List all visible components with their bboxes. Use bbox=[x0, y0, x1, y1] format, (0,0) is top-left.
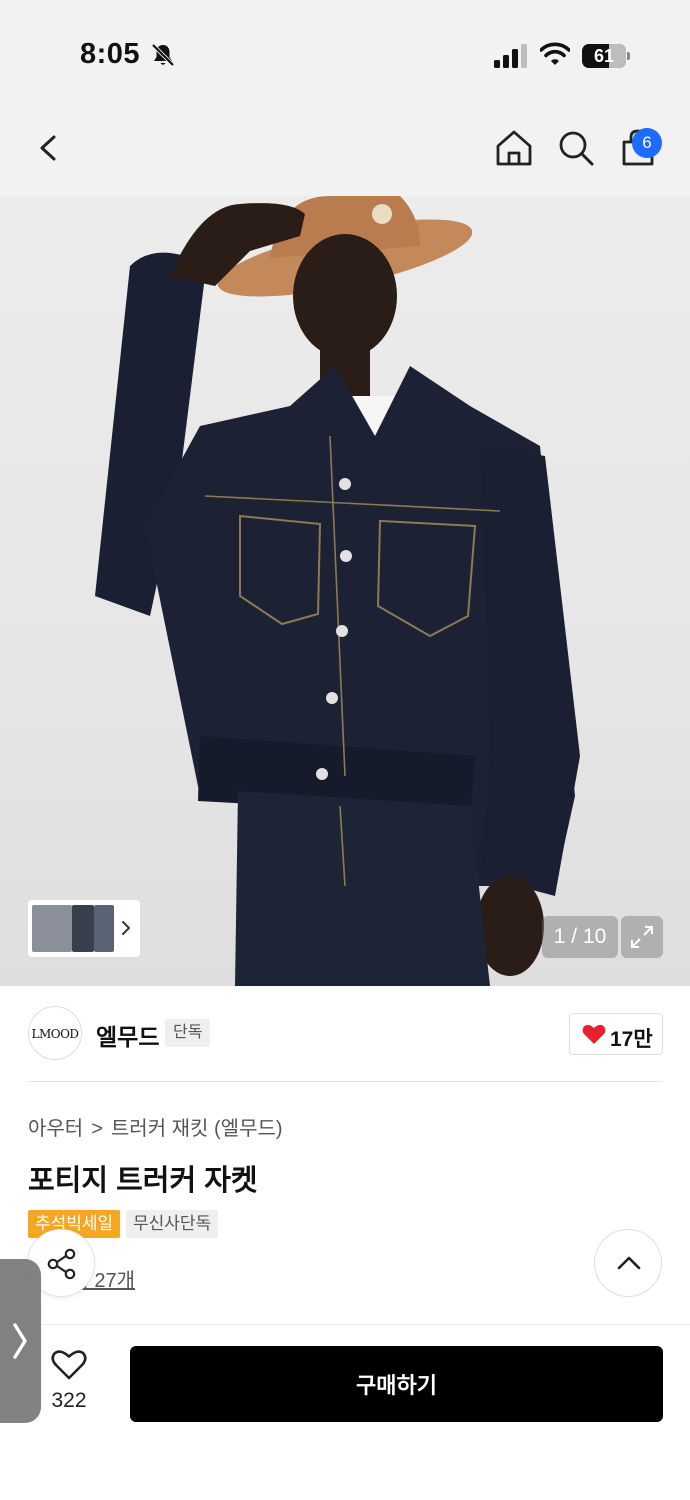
exclusive-tag: 무신사단독 bbox=[126, 1210, 219, 1238]
expand-icon bbox=[631, 926, 653, 948]
brand-logo[interactable]: LMOOD bbox=[28, 1006, 82, 1060]
product-title: 포티지 트러커 자켓 bbox=[28, 1165, 258, 1197]
divider bbox=[28, 1081, 662, 1082]
breadcrumb-category[interactable]: 아우터 bbox=[28, 1112, 83, 1141]
signal-icon bbox=[494, 44, 527, 68]
search-icon[interactable] bbox=[554, 126, 598, 170]
expand-button[interactable] bbox=[621, 916, 663, 958]
brand-like-button[interactable]: 17만 bbox=[569, 1013, 663, 1055]
thumbnail-image bbox=[94, 905, 114, 952]
image-page-counter: 1 / 10 bbox=[542, 916, 618, 958]
chevron-right-icon bbox=[122, 921, 130, 935]
chevron-up-icon bbox=[617, 1256, 641, 1270]
brand-like-count: 17만 bbox=[610, 1028, 653, 1051]
product-photo bbox=[95, 196, 580, 986]
status-bar: 8:05 61 bbox=[0, 0, 690, 110]
chevron-right-icon bbox=[13, 1323, 27, 1359]
scroll-top-button[interactable] bbox=[594, 1229, 662, 1297]
bell-off-icon bbox=[151, 43, 175, 67]
home-icon[interactable] bbox=[492, 126, 536, 170]
thumbnail-image bbox=[32, 905, 72, 952]
brand-exclusive-badge: 단독 bbox=[165, 1019, 211, 1047]
heart-filled-icon bbox=[582, 1024, 606, 1044]
heart-outline-icon bbox=[51, 1350, 87, 1380]
breadcrumb-subcategory[interactable]: 트러커 재킷 (엘무드) bbox=[111, 1112, 283, 1141]
back-icon[interactable] bbox=[26, 126, 70, 170]
bottom-action-bar: 322 구매하기 bbox=[0, 1324, 690, 1500]
share-icon bbox=[47, 1248, 76, 1280]
breadcrumb: 아우터 > 트러커 재킷 (엘무드) bbox=[28, 1112, 283, 1141]
thumbnail-image bbox=[72, 905, 94, 952]
battery-icon: 61 bbox=[582, 44, 630, 68]
thumbnail-strip[interactable] bbox=[28, 900, 140, 957]
brand-name[interactable]: 엘무드 bbox=[96, 1018, 159, 1052]
breadcrumb-chevron-icon: > bbox=[91, 1118, 103, 1140]
wishlist-button[interactable]: 322 bbox=[40, 1349, 98, 1421]
wifi-icon bbox=[540, 42, 570, 65]
cart-count-badge: 6 bbox=[632, 128, 662, 158]
top-nav bbox=[0, 110, 690, 196]
status-time: 8:05 bbox=[80, 38, 141, 70]
wishlist-count: 322 bbox=[51, 1389, 87, 1412]
side-drawer-handle[interactable] bbox=[0, 1259, 41, 1423]
product-image-gallery[interactable]: 1 / 10 bbox=[0, 196, 690, 986]
battery-level: 61 bbox=[593, 46, 615, 66]
buy-button[interactable]: 구매하기 bbox=[130, 1346, 663, 1422]
